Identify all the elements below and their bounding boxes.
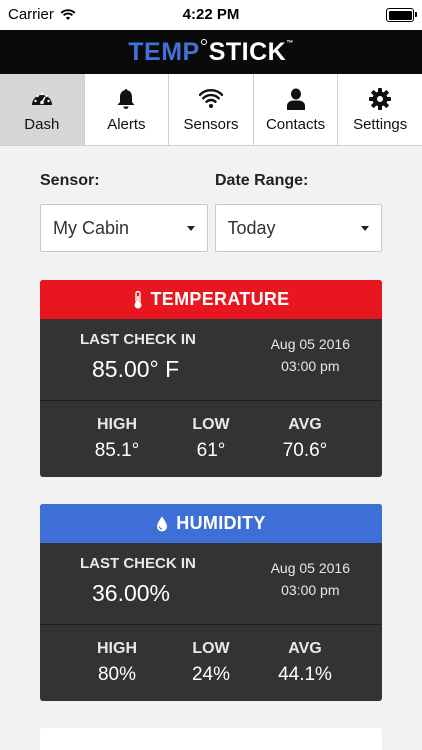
- stat-value: 24%: [191, 664, 231, 685]
- next-card-partial: [40, 728, 382, 750]
- tab-settings[interactable]: Settings: [338, 74, 422, 145]
- stat-label: AVG: [288, 640, 322, 657]
- caret-down-icon: [186, 225, 195, 231]
- stat-value: 61°: [196, 440, 226, 461]
- filter-panel: Sensor: Date Range: My Cabin Today: [40, 172, 382, 252]
- temperature-stats: HIGH 85.1° LOW 61° AVG 70.6°: [40, 401, 382, 477]
- stat-value: 70.6°: [282, 440, 328, 461]
- logo-temp: TEMP: [128, 37, 200, 66]
- tab-contacts-label: Contacts: [265, 115, 326, 133]
- temperature-timestamp: Aug 05 2016 03:00 pm: [271, 333, 350, 377]
- temperature-time: 03:00 pm: [281, 358, 340, 374]
- stat-label: LOW: [192, 640, 230, 657]
- stat-value: 44.1%: [278, 664, 332, 685]
- stat-label: AVG: [288, 416, 322, 433]
- temperature-card: TEMPERATURE LAST CHECK IN 85.00° F Aug 0…: [40, 280, 382, 477]
- stat-label: LOW: [192, 416, 230, 433]
- humidity-avg: AVG 44.1%: [258, 625, 352, 701]
- sensor-select-value: My Cabin: [53, 217, 130, 238]
- humidity-title: HUMIDITY: [176, 513, 266, 533]
- temperature-title: TEMPERATURE: [150, 289, 290, 309]
- brand-header: TEMP STICK ™: [0, 30, 422, 74]
- humidity-card-header: HUMIDITY: [40, 504, 382, 543]
- tab-bar: Dash Alerts Sensors Contacts Settings: [0, 74, 422, 146]
- tab-contacts[interactable]: Contacts: [254, 74, 339, 145]
- date-range-label: Date Range:: [215, 172, 309, 189]
- date-range-select-value: Today: [227, 217, 276, 238]
- tab-dash[interactable]: Dash: [0, 74, 85, 145]
- tab-sensors-label: Sensors: [183, 115, 239, 133]
- status-bar: Carrier 4:22 PM: [0, 0, 422, 30]
- humidity-last-check: LAST CHECK IN 36.00% Aug 05 2016 03:00 p…: [40, 543, 382, 625]
- tab-dash-label: Dash: [24, 115, 60, 133]
- dashboard-icon: [31, 92, 52, 105]
- tab-sensors[interactable]: Sensors: [169, 74, 254, 145]
- humidity-card: HUMIDITY LAST CHECK IN 36.00% Aug 05 201…: [40, 504, 382, 701]
- temp-stick-logo: TEMP STICK ™: [128, 38, 293, 67]
- clock: 4:22 PM: [182, 6, 240, 23]
- humidity-reading: 36.00%: [92, 580, 171, 606]
- sensor-select[interactable]: My Cabin: [40, 204, 208, 252]
- humidity-stats: HIGH 80% LOW 24% AVG 44.1%: [40, 625, 382, 701]
- stat-label: HIGH: [97, 416, 137, 433]
- person-icon: [286, 88, 305, 110]
- temperature-card-header: TEMPERATURE: [40, 280, 382, 319]
- stat-label: HIGH: [97, 640, 137, 657]
- tab-alerts-label: Alerts: [107, 115, 146, 133]
- temperature-avg: AVG 70.6°: [258, 401, 352, 477]
- date-range-select[interactable]: Today: [214, 204, 382, 252]
- tab-alerts[interactable]: Alerts: [85, 74, 170, 145]
- bell-icon: [117, 88, 135, 109]
- temperature-last-check: LAST CHECK IN 85.00° F Aug 05 2016 03:00…: [40, 319, 382, 401]
- temperature-high: HIGH 85.1°: [70, 401, 164, 477]
- wifi-icon: [198, 88, 223, 108]
- humidity-date: Aug 05 2016: [270, 560, 350, 576]
- humidity-time: 03:00 pm: [281, 582, 340, 598]
- last-check-in-label: LAST CHECK IN: [80, 555, 196, 572]
- tab-settings-label: Settings: [353, 115, 408, 133]
- logo-degree-mark: [200, 38, 207, 45]
- stat-value: 85.1°: [94, 440, 140, 461]
- last-check-in-label: LAST CHECK IN: [80, 331, 196, 348]
- temperature-low: LOW 61°: [164, 401, 258, 477]
- humidity-low: LOW 24%: [164, 625, 258, 701]
- water-drop-icon: [157, 516, 168, 531]
- temperature-reading: 85.00° F: [92, 356, 180, 382]
- caret-down-icon: [361, 225, 369, 231]
- humidity-high: HIGH 80%: [70, 625, 164, 701]
- battery-icon: [386, 8, 417, 22]
- humidity-timestamp: Aug 05 2016 03:00 pm: [271, 557, 350, 601]
- logo-trademark: ™: [286, 39, 294, 47]
- temperature-date: Aug 05 2016: [270, 336, 350, 352]
- sensor-label: Sensor:: [40, 172, 100, 189]
- thermometer-icon: [134, 290, 142, 308]
- logo-stick: STICK: [208, 37, 287, 66]
- stat-value: 80%: [97, 664, 137, 685]
- gear-icon: [369, 87, 392, 110]
